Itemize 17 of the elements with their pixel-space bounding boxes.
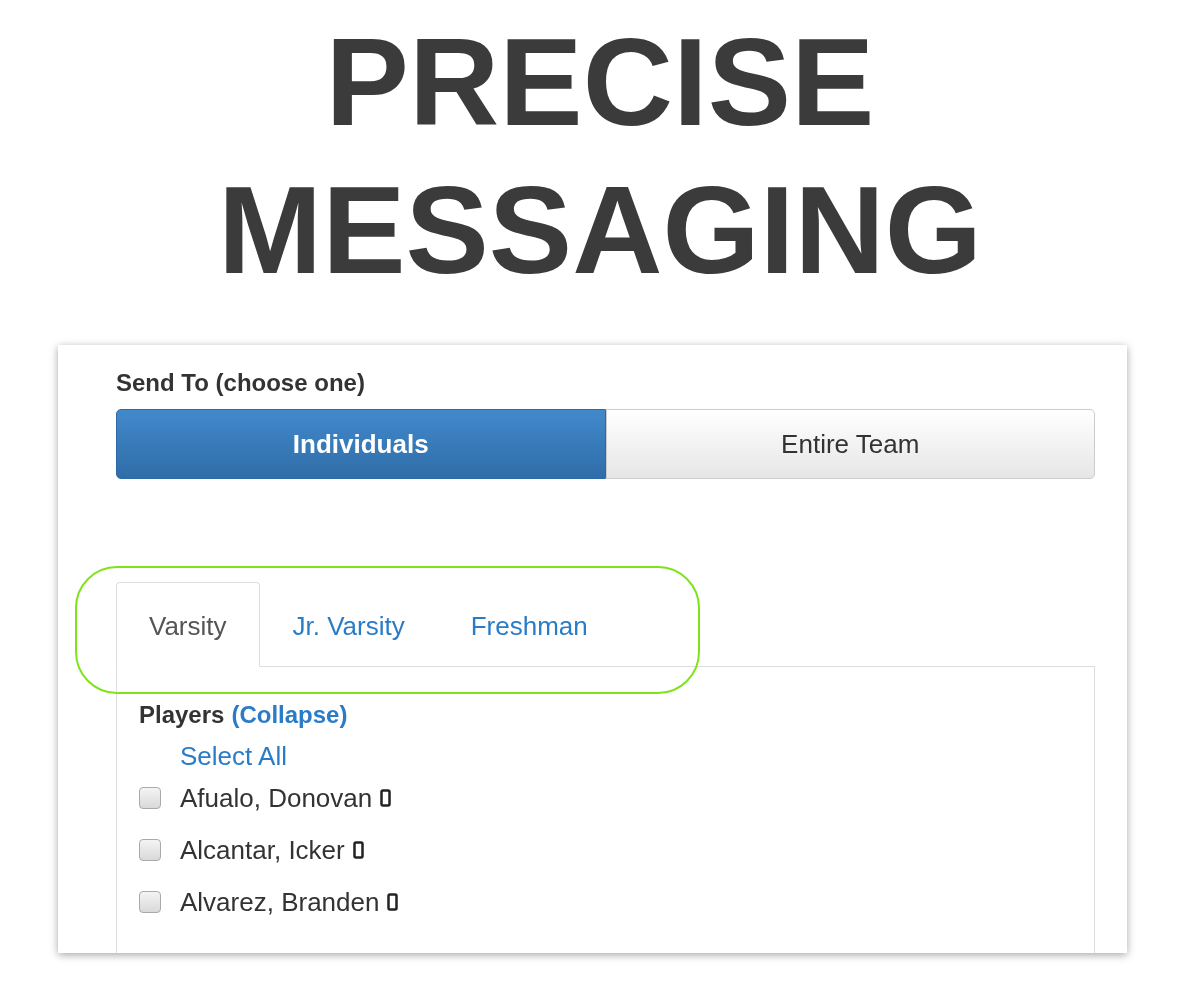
headline: PRECISE [325,23,875,141]
checkbox[interactable] [139,787,161,809]
player-name: Afualo, Donovan [180,782,373,814]
players-heading: Players [139,701,225,729]
collapse-link[interactable]: (Collapse) [231,701,348,729]
select-all-link[interactable]: Select All [180,741,287,772]
headline: MESSAGING [218,171,982,289]
tab[interactable]: Freshman [437,582,621,667]
checkbox[interactable] [139,839,161,861]
segment-button[interactable]: Individuals [116,409,606,479]
tab[interactable]: Varsity [116,582,260,667]
player-name: Alvarez, Branden [180,886,380,918]
section-label: Send To (choose one) [116,369,365,397]
segment-button[interactable]: Entire Team [605,409,1095,479]
checkbox[interactable] [139,891,161,913]
tab[interactable]: Jr. Varsity [259,582,438,667]
player-name: Alcantar, Icker [180,834,345,866]
